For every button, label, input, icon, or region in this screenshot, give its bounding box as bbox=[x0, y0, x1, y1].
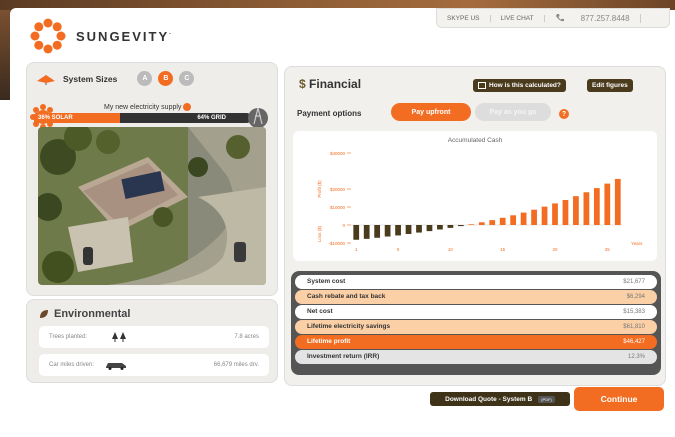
live-chat-link[interactable]: LIVE CHAT bbox=[491, 14, 545, 22]
y-tick-label: $10000 bbox=[330, 205, 346, 210]
payment-info-icon[interactable]: ? bbox=[559, 109, 569, 119]
chart-plot: $40000 $20000 $10000 0 -$10000 Profit ($) Loss… bbox=[317, 151, 643, 252]
chart-bar bbox=[384, 225, 391, 237]
chart-bar bbox=[437, 225, 443, 230]
chart-bar bbox=[573, 196, 579, 225]
accumulated-cash-chart: Accumulated Cash $40000 $20000 $10000 0 -$10… bbox=[293, 131, 657, 261]
y-axis-label-profit: Profit ($) bbox=[317, 180, 322, 198]
calculator-icon bbox=[478, 82, 486, 89]
y-tick-label: $40000 bbox=[330, 151, 346, 156]
continue-button[interactable]: Continue bbox=[574, 387, 664, 411]
x-tick-label: 1 bbox=[355, 247, 358, 252]
chart-bar bbox=[583, 192, 590, 225]
financial-title: $ Financial bbox=[299, 77, 362, 91]
pay-upfront-button[interactable]: Pay upfront bbox=[391, 103, 471, 121]
chart-bar bbox=[353, 225, 360, 240]
financial-summary-table: System cost $21,677 Cash rebate and tax b… bbox=[291, 271, 661, 375]
x-tick-label: 10 bbox=[448, 247, 454, 252]
info-icon[interactable] bbox=[183, 103, 192, 111]
trees-planted-label: Trees planted: bbox=[49, 334, 88, 340]
chart-bar bbox=[499, 217, 506, 225]
grid-tower-icon bbox=[248, 107, 268, 128]
x-tick-label: 15 bbox=[500, 247, 506, 252]
phone-link[interactable]: 877.257.8448 bbox=[545, 13, 651, 23]
table-row: System cost $21,677 bbox=[295, 275, 657, 289]
chart-bar bbox=[416, 225, 422, 233]
chart-bar bbox=[531, 209, 537, 225]
sungevity-logo[interactable]: SUNGEVITY· bbox=[30, 18, 173, 54]
environmental-panel: Environmental Trees planted: 7.8 acres C… bbox=[26, 299, 278, 383]
chart-bar bbox=[614, 178, 621, 225]
system-size-a[interactable]: A bbox=[137, 71, 153, 86]
chart-bar bbox=[520, 212, 527, 225]
trees-planted-value: 7.8 acres bbox=[234, 334, 259, 340]
x-tick-label: 25 bbox=[605, 247, 611, 252]
chart-bar bbox=[604, 183, 611, 225]
brand-name: SUNGEVITY· bbox=[76, 28, 174, 44]
car-miles-row: Car miles driven: 66,679 miles drv. bbox=[39, 354, 269, 376]
y-tick-label: -$10000 bbox=[328, 241, 345, 246]
chart-bar bbox=[478, 222, 485, 225]
trees-planted-row: Trees planted: 7.8 acres bbox=[39, 326, 269, 348]
system-sizes-label: System Sizes bbox=[63, 73, 118, 84]
chart-bar bbox=[489, 220, 496, 225]
phone-number: 877.257.8448 bbox=[571, 13, 641, 23]
chart-bar bbox=[395, 225, 401, 236]
x-tick-label: 20 bbox=[552, 247, 558, 252]
dollar-icon: $ bbox=[299, 77, 306, 91]
phone-icon bbox=[555, 14, 564, 22]
table-row: Lifetime electricity savings $61,810 bbox=[295, 320, 657, 334]
y-axis-label-loss: Loss ($) bbox=[317, 225, 322, 242]
payment-options-label: Payment options bbox=[297, 109, 362, 118]
car-miles-label: Car miles driven: bbox=[49, 362, 95, 368]
how-calculated-button[interactable]: How is this calculated? bbox=[473, 79, 566, 92]
system-sizes-selector: System Sizes A B C bbox=[35, 71, 195, 86]
skype-link[interactable]: SKYPE US bbox=[437, 14, 491, 22]
contact-bar: SKYPE US LIVE CHAT 877.257.8448 bbox=[436, 8, 670, 28]
car-icon bbox=[106, 363, 127, 370]
sun-logo-icon bbox=[30, 18, 66, 54]
chart-bar bbox=[363, 225, 370, 239]
y-tick-label: $20000 bbox=[330, 187, 346, 192]
tree-icon bbox=[112, 332, 127, 342]
chart-bar bbox=[457, 225, 464, 227]
chart-bar bbox=[447, 225, 454, 228]
y-tick-label: 0 bbox=[342, 223, 345, 228]
solar-share: 36% SOLAR bbox=[34, 113, 121, 123]
table-row-highlight: Lifetime profit $46,427 bbox=[295, 335, 657, 349]
environmental-title: Environmental bbox=[39, 308, 130, 320]
supply-bar: 36% SOLAR 64% GRID bbox=[34, 113, 250, 123]
edit-figures-button[interactable]: Edit figures bbox=[587, 79, 633, 92]
table-row: Cash rebate and tax back $6,294 bbox=[295, 290, 657, 304]
x-axis-label: Years bbox=[631, 241, 643, 246]
aerial-house-map[interactable] bbox=[38, 127, 266, 285]
chart-bar bbox=[541, 206, 548, 225]
chart-bar bbox=[593, 188, 600, 225]
car-miles-value: 66,679 miles drv. bbox=[213, 362, 259, 368]
financial-panel: $ Financial How is this calculated? Edit… bbox=[284, 66, 666, 386]
table-row: Net cost $15,383 bbox=[295, 305, 657, 319]
leaf-icon bbox=[40, 310, 48, 318]
system-size-c[interactable]: C bbox=[179, 71, 195, 86]
system-size-b[interactable]: B bbox=[158, 71, 174, 86]
solar-panel-icon bbox=[37, 74, 55, 85]
chart-bar bbox=[552, 203, 558, 225]
table-row: Investment return (IRR) 12.3% bbox=[295, 350, 657, 364]
chart-bar bbox=[468, 224, 475, 225]
chart-bar bbox=[562, 199, 569, 225]
download-quote-button[interactable]: Download Quote - System B (PDF) bbox=[430, 392, 570, 406]
chart-bar bbox=[374, 225, 381, 238]
chart-bar bbox=[510, 215, 517, 225]
chart-bar bbox=[426, 225, 433, 232]
pay-as-you-go-button[interactable]: Pay as you go bbox=[475, 103, 551, 121]
x-tick-label: 5 bbox=[397, 247, 400, 252]
supply-title: My new electricity supply bbox=[104, 103, 192, 111]
grid-share: 64% GRID bbox=[197, 115, 226, 121]
chart-bar bbox=[405, 225, 412, 234]
